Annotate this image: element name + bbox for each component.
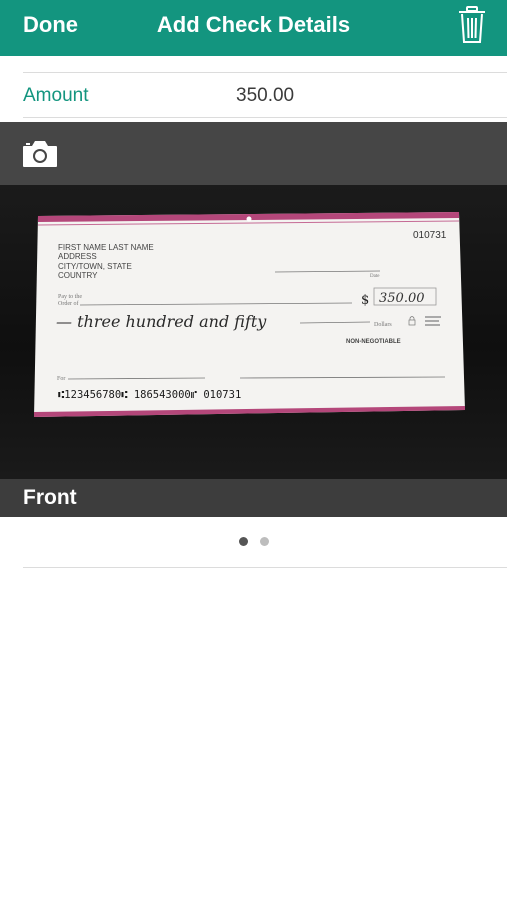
divider [23, 567, 507, 568]
check-photo[interactable]: 010731 FIRST NAME LAST NAME ADDRESS CITY… [0, 185, 507, 479]
page-dot-front[interactable] [238, 537, 248, 546]
photo-caption-bar: Front [0, 479, 507, 517]
order-of-label: Order of [58, 300, 79, 307]
payer-line: ADDRESS [58, 252, 97, 261]
dollar-sign: $ [361, 293, 369, 308]
check-written-amount: 350.00 [379, 291, 425, 306]
camera-icon[interactable] [22, 140, 58, 168]
check-image: 010731 FIRST NAME LAST NAME ADDRESS CITY… [34, 212, 465, 417]
amount-field[interactable]: 350.00 [236, 84, 294, 108]
divider [23, 117, 507, 118]
photo-toolbar [0, 122, 507, 185]
trash-icon[interactable] [456, 5, 488, 45]
divider [23, 72, 507, 73]
payer-line: CITY/TOWN, STATE [58, 262, 132, 271]
photo-caption: Front [23, 486, 77, 509]
check-number: 010731 [413, 230, 447, 241]
for-label: For [57, 376, 65, 382]
date-label: Date [370, 274, 380, 279]
amount-label: Amount [23, 85, 89, 106]
page-indicator[interactable] [0, 537, 507, 549]
check-written-words: — three hundred and fifty [56, 312, 267, 331]
nav-bar: Done Add Check Details [0, 0, 507, 56]
dollars-label: Dollars [374, 322, 392, 328]
page-dot-back[interactable] [259, 537, 269, 546]
pay-to-label: Pay to the [58, 294, 82, 300]
non-negotiable-label: NON-NEGOTIABLE [346, 339, 401, 345]
micr-line: ⑆123456780⑆ 186543000⑈ 010731 [58, 389, 241, 401]
payer-line: COUNTRY [58, 271, 98, 280]
page-title: Add Check Details [156, 12, 351, 37]
check-photo-panel: 010731 FIRST NAME LAST NAME ADDRESS CITY… [0, 122, 507, 517]
payer-line: FIRST NAME LAST NAME [58, 243, 154, 252]
